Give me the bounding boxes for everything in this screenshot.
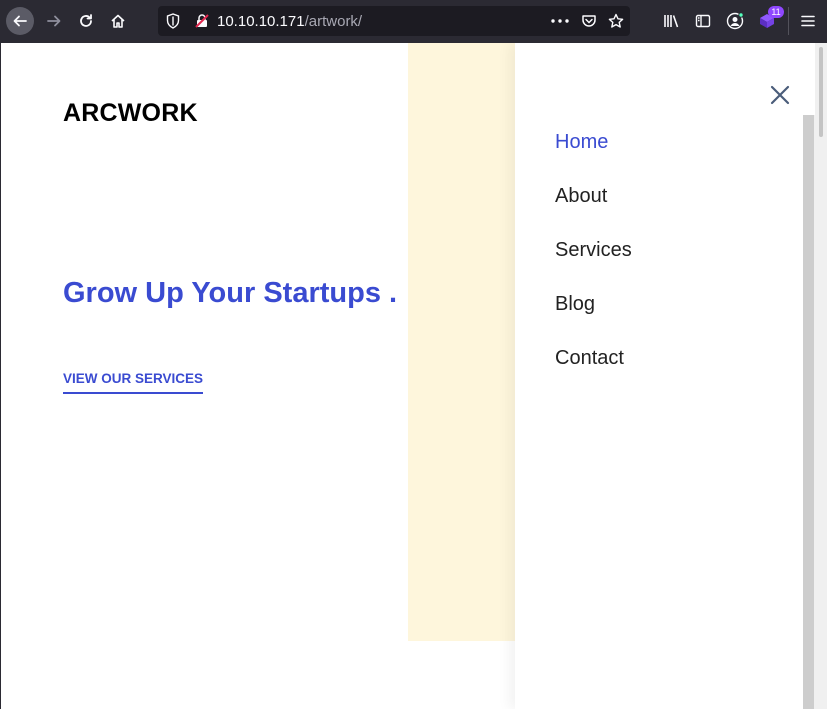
insecure-lock-icon[interactable] [194,13,210,29]
forward-button[interactable] [40,7,68,35]
page-scrollbar-thumb[interactable] [819,47,823,137]
hero-title: Grow Up Your Startups . [63,277,398,309]
toolbar-separator [788,7,789,35]
page-scrollbar[interactable] [815,43,827,709]
site-logo[interactable]: ARCWORK [63,99,198,128]
offcanvas-menu: Home About Services Blog Contact [515,43,827,709]
app-menu-button[interactable] [794,7,822,35]
url-bar[interactable]: 10.10.10.171/artwork/ [158,6,630,36]
more-icon[interactable] [551,19,569,23]
menu-icon [801,15,815,27]
home-button[interactable] [104,7,132,35]
back-icon [13,15,27,27]
star-icon[interactable] [608,13,624,29]
close-icon [770,85,790,105]
hero-accent-panel [408,43,516,641]
nav-menu: Home About Services Blog Contact [555,128,632,398]
url-path: /artwork/ [304,13,363,30]
sidebar-icon [695,14,711,28]
reload-icon [80,14,92,27]
account-icon [726,12,744,30]
url-host: 10.10.10.171 [217,13,305,30]
page-viewport: ARCWORK Grow Up Your Startups . VIEW OUR… [1,43,827,709]
reload-button[interactable] [72,7,100,35]
close-menu-button[interactable] [768,83,792,107]
back-button[interactable] [6,7,34,35]
extension-badge: 11 [768,6,784,18]
account-button[interactable] [721,7,749,35]
nav-item-contact[interactable]: Contact [555,344,632,398]
library-button[interactable] [658,7,686,35]
shield-icon[interactable] [166,13,180,29]
forward-icon [47,15,61,27]
nav-item-blog[interactable]: Blog [555,290,632,344]
nav-item-home[interactable]: Home [555,128,632,182]
pocket-icon[interactable] [581,13,597,29]
browser-toolbar: 10.10.10.171/artwork/ 11 [0,0,827,42]
nav-item-services[interactable]: Services [555,236,632,290]
sidebar-button[interactable] [689,7,717,35]
nav-item-about[interactable]: About [555,182,632,236]
url-text[interactable]: 10.10.10.171/artwork/ [217,13,362,30]
scrollbar-inner-track[interactable] [803,115,814,709]
view-services-link[interactable]: VIEW OUR SERVICES [63,371,204,394]
library-icon [664,15,679,28]
home-icon [111,14,125,28]
